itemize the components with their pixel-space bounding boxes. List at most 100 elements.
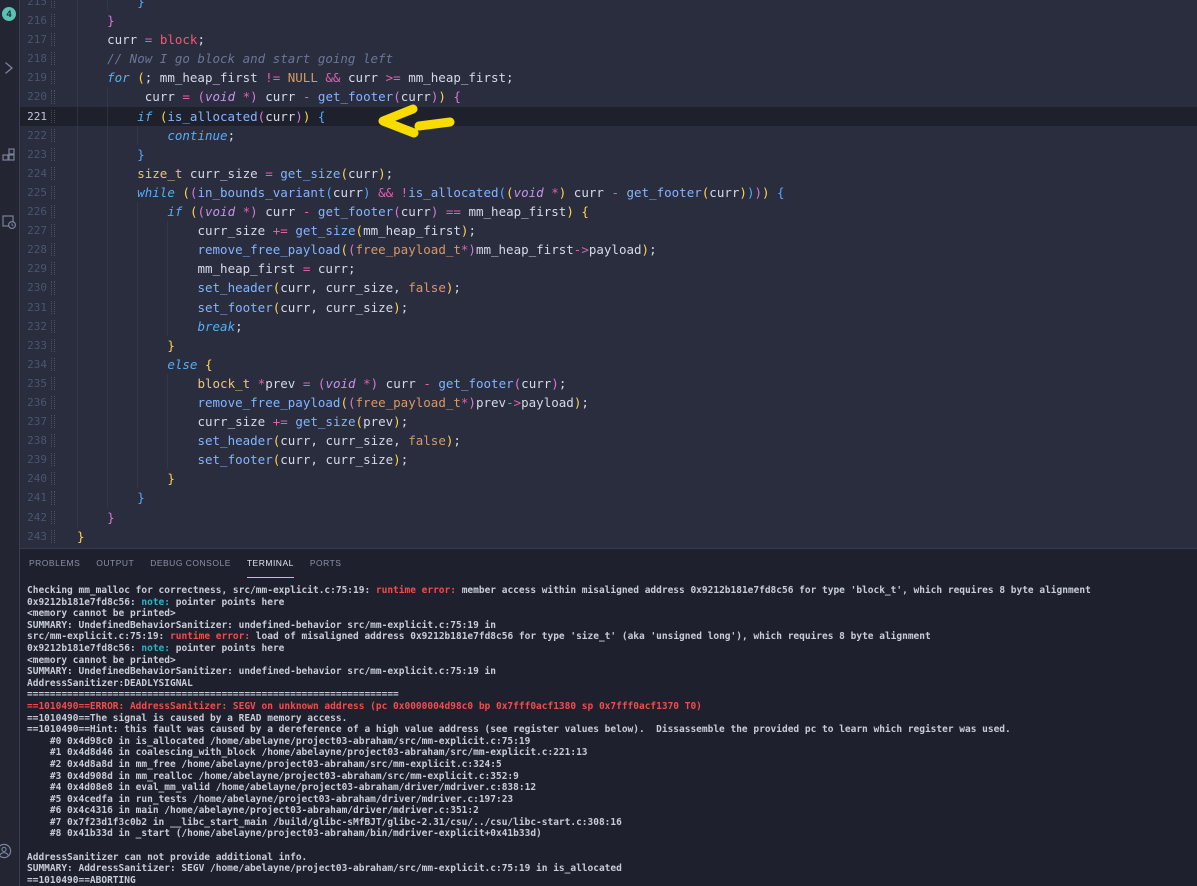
code-line-241[interactable]: 241} — [19, 488, 1197, 507]
line-number[interactable]: 225 — [19, 183, 47, 202]
line-number[interactable]: 243 — [19, 527, 47, 546]
code-text: mm_heap_first = curr; — [77, 259, 1197, 278]
terminal-line: #3 0x4d908d in mm_realloc /home/abelayne… — [27, 771, 1197, 783]
panel-tab-output[interactable]: OUTPUT — [96, 549, 134, 578]
gutter-change-mark — [51, 281, 55, 294]
code-line-228[interactable]: 228remove_free_payload((free_payload_t*)… — [19, 240, 1197, 259]
extensions-icon[interactable] — [1, 148, 17, 164]
panel-tab-problems[interactable]: PROBLEMS — [29, 549, 80, 578]
line-number[interactable]: 218 — [19, 49, 47, 68]
panel-tab-debug-console[interactable]: DEBUG CONSOLE — [150, 549, 231, 578]
code-text: set_footer(curr, curr_size); — [77, 450, 1197, 469]
line-number[interactable]: 241 — [19, 488, 47, 507]
line-number[interactable]: 219 — [19, 68, 47, 87]
terminal-output[interactable]: Checking mm_malloc for correctness, src/… — [19, 577, 1197, 886]
code-editor[interactable]: 215}216}217curr = block;218// Now I go b… — [19, 0, 1197, 548]
line-number[interactable]: 223 — [19, 145, 47, 164]
code-line-226[interactable]: 226 if ((void *) curr - get_footer(curr) … — [19, 202, 1197, 221]
code-text: else { — [77, 355, 1197, 374]
indent-guide — [137, 126, 138, 145]
terminal-line: #1 0x4d8d46 in coalescing_with_block /ho… — [27, 747, 1197, 759]
code-line-236[interactable]: 236remove_free_payload((free_payload_t*)… — [19, 393, 1197, 412]
code-line-231[interactable]: 231set_footer(curr, curr_size); — [19, 298, 1197, 317]
line-number[interactable]: 240 — [19, 469, 47, 488]
line-number[interactable]: 230 — [19, 278, 47, 297]
indent-guide — [77, 164, 78, 183]
line-number[interactable]: 239 — [19, 450, 47, 469]
indent-guide — [137, 202, 138, 221]
terminal-line: ==1010490==The signal is caused by a REA… — [27, 713, 1197, 725]
terminal-line — [27, 840, 1197, 852]
line-number[interactable]: 220 — [19, 87, 47, 106]
code-line-229[interactable]: 229 mm_heap_first = curr; — [19, 259, 1197, 278]
code-line-220[interactable]: 220curr = (void *) curr - get_footer(cur… — [19, 87, 1197, 106]
terminal-line: #7 0x7f23d1f3c0b2 in __libc_start_main /… — [27, 817, 1197, 829]
terminal-line: 0x9212b181e7fd8c56: note: pointer points… — [27, 643, 1197, 655]
indent-guide — [137, 355, 138, 374]
indent-guide — [77, 259, 78, 278]
code-text: set_header(curr, curr_size, false); — [77, 278, 1197, 297]
line-number[interactable]: 235 — [19, 374, 47, 393]
line-number[interactable]: 231 — [19, 298, 47, 317]
indent-guide — [77, 221, 78, 240]
code-line-222[interactable]: 222continue; — [19, 126, 1197, 145]
code-line-239[interactable]: 239 set_footer(curr, curr_size); — [19, 450, 1197, 469]
remote-explorer-icon[interactable] — [1, 214, 17, 230]
code-line-230[interactable]: 230 set_header(curr, curr_size, false); — [19, 278, 1197, 297]
indent-guide — [77, 107, 78, 126]
code-line-218[interactable]: 218// Now I go block and start going lef… — [19, 49, 1197, 68]
line-number[interactable]: 236 — [19, 393, 47, 412]
line-number[interactable]: 234 — [19, 355, 47, 374]
line-number[interactable]: 216 — [19, 11, 47, 30]
code-line-215[interactable]: 215} — [19, 0, 1197, 11]
code-line-216[interactable]: 216} — [19, 11, 1197, 30]
line-number[interactable]: 237 — [19, 412, 47, 431]
panel-tab-terminal[interactable]: TERMINAL — [247, 549, 294, 578]
vscode-window: 4 215}216}217curr = block;218// Now I go… — [0, 0, 1197, 886]
gutter-change-mark — [51, 52, 55, 65]
code-line-240[interactable]: 240} — [19, 469, 1197, 488]
indent-guide — [167, 450, 168, 469]
line-number[interactable]: 221 — [19, 107, 47, 126]
code-text: if ((void *) curr - get_footer(curr) == … — [77, 202, 1197, 221]
indent-guide — [137, 336, 138, 355]
line-number[interactable]: 242 — [19, 508, 47, 527]
source-control-badge[interactable]: 4 — [2, 7, 16, 21]
code-line-232[interactable]: 232break; — [19, 317, 1197, 336]
line-number[interactable]: 227 — [19, 221, 47, 240]
line-number[interactable]: 222 — [19, 126, 47, 145]
terminal-line: #5 0x4cedfa in run_tests /home/abelayne/… — [27, 794, 1197, 806]
indent-guide — [167, 393, 168, 412]
code-line-224[interactable]: 224size_t curr_size = get_size(curr); — [19, 164, 1197, 183]
indent-guide — [107, 221, 108, 240]
gutter-change-mark — [51, 0, 55, 8]
code-line-227[interactable]: 227curr_size += get_size(mm_heap_first); — [19, 221, 1197, 240]
code-line-234[interactable]: 234 else { — [19, 355, 1197, 374]
line-number[interactable]: 215 — [19, 0, 47, 11]
code-line-223[interactable]: 223} — [19, 145, 1197, 164]
code-line-219[interactable]: 219for (; mm_heap_first != NULL && curr … — [19, 68, 1197, 87]
line-number[interactable]: 232 — [19, 317, 47, 336]
code-line-233[interactable]: 233} — [19, 336, 1197, 355]
panel-tab-ports[interactable]: PORTS — [310, 549, 342, 578]
gutter-change-mark — [51, 33, 55, 46]
line-number[interactable]: 217 — [19, 30, 47, 49]
code-line-217[interactable]: 217curr = block; — [19, 30, 1197, 49]
line-number[interactable]: 228 — [19, 240, 47, 259]
line-number[interactable]: 238 — [19, 431, 47, 450]
code-line-237[interactable]: 237curr_size += get_size(prev); — [19, 412, 1197, 431]
code-line-243[interactable]: 243} — [19, 527, 1197, 546]
account-icon[interactable] — [0, 843, 12, 859]
code-line-242[interactable]: 242} — [19, 508, 1197, 527]
line-number[interactable]: 229 — [19, 259, 47, 278]
terminal-line: src/mm-explicit.c:75:19: runtime error: … — [27, 631, 1197, 643]
code-line-225[interactable]: 225while ((in_bounds_variant(curr) && !i… — [19, 183, 1197, 202]
line-number[interactable]: 226 — [19, 202, 47, 221]
code-line-238[interactable]: 238set_header(curr, curr_size, false); — [19, 431, 1197, 450]
code-line-235[interactable]: 235block_t *prev = (void *) curr - get_f… — [19, 374, 1197, 393]
code-line-221[interactable]: 221if (is_allocated(curr)) { — [19, 107, 1197, 126]
line-number[interactable]: 233 — [19, 336, 47, 355]
run-chevron-icon[interactable] — [1, 60, 17, 76]
line-number[interactable]: 224 — [19, 164, 47, 183]
gutter-change-mark — [51, 129, 55, 142]
